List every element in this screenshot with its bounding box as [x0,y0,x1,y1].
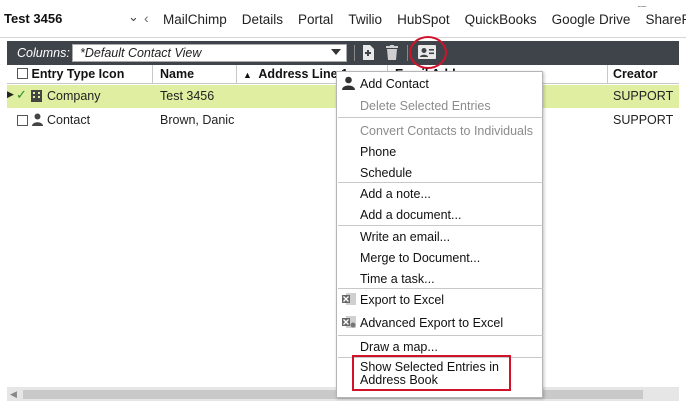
tab-strip: MailChimp Details Portal Twilio HubSpot … [163,12,686,27]
drag-handle-icon[interactable]: ....... [637,0,647,9]
scroll-left-arrow-icon[interactable]: ◀ [10,389,17,400]
building-icon [31,90,42,105]
scroll-thumb[interactable] [23,390,643,399]
menu-item-convert-contacts: Convert Contacts to Individuals [360,124,534,138]
excel-advanced-icon [342,315,356,332]
menu-item-export-excel[interactable]: Export to Excel [337,289,542,310]
menu-item-add-document[interactable]: Add a document... [337,204,542,225]
chevron-down-icon[interactable]: ⌄ [128,9,139,25]
tab-sharepoint[interactable]: SharePoint [645,12,686,27]
menu-item-time-task[interactable]: Time a task... [337,268,542,289]
sort-asc-icon: ▲ [243,70,252,80]
toolbar-divider [354,45,355,61]
checkmark-icon[interactable]: ✓ [16,87,27,103]
row-name: Test 3456 [160,89,215,103]
tab-portal[interactable]: Portal [298,12,333,27]
menu-item-add-note[interactable]: Add a note... [337,183,542,204]
tab-google-drive[interactable]: Google Drive [552,12,631,27]
view-select-value: *Default Contact View [80,46,202,60]
person-icon [342,76,355,93]
toolbar-divider [407,45,408,61]
menu-item-draw-map[interactable]: Draw a map... [337,336,542,357]
menu-separator [338,117,543,118]
top-bar: Test 3456 ⌄ ‹ MailChimp Details Portal T… [0,0,686,38]
menu-item-delete-entries: Delete Selected Entries [360,99,491,113]
columns-label: Columns: [17,46,70,60]
context-menu: Add Contact Delete Selected Entries Conv… [336,71,543,398]
current-row-arrow-icon: ▶ [7,89,14,99]
row-name: Brown, Danic [160,113,235,127]
row-checkbox[interactable] [17,114,28,128]
row-creator: SUPPORT [613,89,674,103]
highlight-box [352,355,511,391]
person-icon [32,113,43,129]
menu-item-phone[interactable]: Phone [337,141,542,162]
menu-item-advanced-export-excel[interactable]: Advanced Export to Excel [337,312,542,333]
column-name[interactable]: Name [160,67,194,81]
menu-item-write-email[interactable]: Write an email... [337,226,542,247]
row-creator: SUPPORT [613,113,674,127]
menu-item-merge-document[interactable]: Merge to Document... [337,247,542,268]
tab-mailchimp[interactable]: MailChimp [163,12,227,27]
select-all-checkbox[interactable] [17,68,28,79]
excel-icon [342,292,356,309]
trash-icon[interactable] [386,45,398,65]
menu-item-schedule[interactable]: Schedule [337,162,542,183]
column-address-line-1[interactable]: ▲ Address Line 1 [243,67,348,81]
row-type: Company [47,89,101,103]
tab-twilio[interactable]: Twilio [348,12,382,27]
tab-hubspot[interactable]: HubSpot [397,12,450,27]
scroll-left-icon[interactable]: ‹ [144,10,149,26]
new-entry-icon[interactable] [362,45,374,65]
tab-quickbooks[interactable]: QuickBooks [465,12,537,27]
row-type: Contact [47,113,91,127]
grid-toolbar: Columns: *Default Contact View [7,41,679,65]
dropdown-caret-icon [331,49,341,55]
menu-item-add-contact[interactable]: Add Contact [337,73,542,94]
column-entry-type[interactable]: Entry Type Icon [17,67,124,81]
view-select[interactable]: *Default Contact View [72,44,347,62]
record-title: Test 3456 [4,11,63,26]
column-creator[interactable]: Creator [613,67,657,81]
tab-details[interactable]: Details [242,12,283,27]
